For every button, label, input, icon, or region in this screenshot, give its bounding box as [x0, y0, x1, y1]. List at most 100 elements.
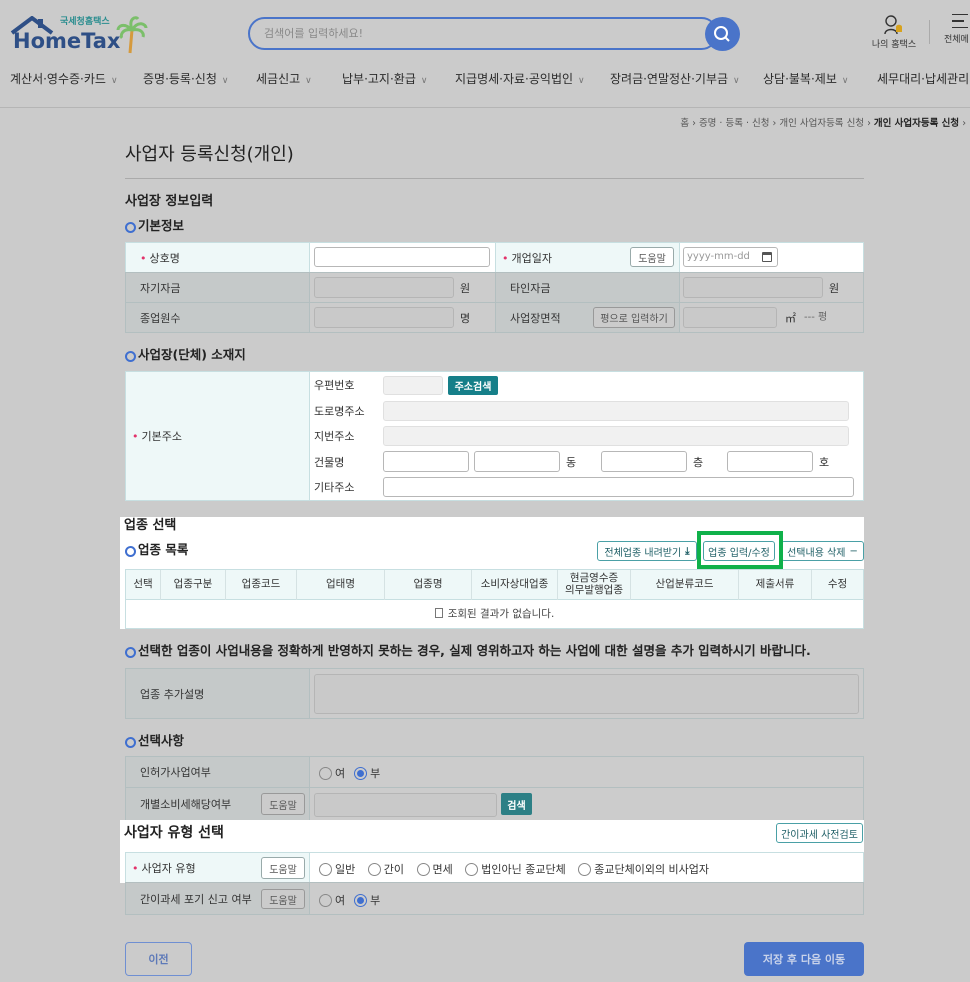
nav-item-tax-return[interactable]: 세금신고 ∨	[256, 73, 312, 86]
biz-type-radio-group: 일반 간이 면세 법인아닌 종교단체 종교단체이외의 비사업자	[319, 861, 718, 879]
open-date-input[interactable]: yyyy-mm-dd	[683, 247, 778, 267]
dong-unit: 동	[566, 456, 577, 469]
biz-type-general-radio[interactable]: 일반	[319, 861, 355, 877]
date-placeholder: yyyy-mm-dd	[687, 251, 750, 262]
ho-input[interactable]	[727, 451, 813, 472]
nav-divider	[0, 107, 970, 108]
chevron-down-icon: ∨	[110, 76, 118, 86]
license-no-radio[interactable]: 부	[354, 765, 380, 781]
col-select: 선택	[126, 570, 161, 600]
excise-help-button[interactable]: 도움말	[261, 793, 305, 815]
industry-note: 선택한 업종이 사업내용을 정확하게 반영하지 못하는 경우, 실제 영위하고자…	[125, 644, 811, 658]
waiver-no-radio[interactable]: 부	[354, 892, 380, 908]
nav-item-invoice[interactable]: 계산서·영수증·카드 ∨	[10, 73, 118, 86]
waiver-yes-radio[interactable]: 여	[319, 892, 345, 908]
logo[interactable]: 국세청홈택스 HomeTax	[10, 16, 150, 54]
biz-type-label: 사업자 유형	[132, 860, 196, 876]
table-header: 선택 업종구분 업종코드 업태명 업종명 소비자상대업종 현금영수증 의무발행업…	[126, 570, 863, 600]
radio-icon	[319, 766, 332, 780]
nav-item-agent[interactable]: 세무대리·납세관리	[877, 73, 969, 85]
excise-label: 개별소비세해당여부	[140, 798, 232, 811]
page-title: 사업자 등록신청(개인)	[125, 144, 294, 165]
employees-input[interactable]	[314, 307, 454, 328]
title-divider	[125, 178, 864, 179]
breadcrumb-home[interactable]: 홈	[680, 118, 689, 129]
chevron-down-icon: ∨	[841, 76, 849, 86]
ho-unit: 호	[819, 456, 830, 469]
extra-desc-textarea[interactable]	[314, 674, 859, 714]
calendar-icon	[762, 252, 772, 262]
building-dong-input[interactable]	[474, 451, 560, 472]
floor-unit: 층	[693, 456, 704, 469]
col-classification: 산업분류코드	[631, 570, 739, 600]
road-address-input[interactable]	[383, 401, 849, 421]
save-next-button[interactable]: 저장 후 다음 이동	[744, 942, 864, 976]
trade-name-input[interactable]	[314, 247, 490, 267]
biz-type-section: 사업자 유형 선택 간이과세 사전검토 사업자 유형 도움말 일반 간이 면세 법…	[120, 820, 864, 883]
nav-item-statement[interactable]: 지급명세·자료·공익법인 ∨	[455, 73, 585, 86]
simplified-tax-precheck-button[interactable]: 간이과세 사전검토	[776, 823, 863, 843]
waiver-label: 간이과세 포기 신고 여부	[140, 892, 252, 906]
extra-desc-label: 업종 추가설명	[140, 687, 205, 701]
biz-type-simplified-radio[interactable]: 간이	[367, 861, 404, 877]
lot-address-input[interactable]	[383, 426, 849, 446]
download-icon: ⤓	[685, 545, 690, 557]
waiver-help-button[interactable]: 도움말	[261, 889, 305, 909]
excise-input[interactable]	[314, 793, 497, 817]
license-yes-radio[interactable]: 여	[319, 765, 345, 781]
excise-search-button[interactable]: 검색	[501, 793, 532, 815]
license-label: 인허가사업여부	[140, 766, 211, 779]
prev-button[interactable]: 이전	[125, 942, 192, 976]
other-capital-cell: 원	[679, 272, 864, 303]
biz-type-nonbusiness-radio[interactable]: 종교단체이외의 비사업자	[578, 861, 709, 877]
pyeong-value: --- 평	[804, 312, 828, 323]
etc-address-input[interactable]	[383, 477, 854, 497]
biz-type-religious-radio[interactable]: 법인아닌 종교단체	[465, 861, 566, 877]
nav-item-consult[interactable]: 상담·불복·제보 ∨	[763, 73, 848, 86]
nav-label: 납부·고지·환급	[342, 72, 416, 86]
my-hometax-button[interactable]: 나의 홈택스	[868, 14, 920, 54]
zip-input[interactable]	[383, 376, 443, 395]
biz-type-help-button[interactable]: 도움말	[261, 857, 305, 879]
pyeong-input-button[interactable]: 평으로 입력하기	[593, 307, 675, 328]
floor-input[interactable]	[601, 451, 687, 472]
nav-item-payment[interactable]: 납부·고지·환급 ∨	[342, 73, 427, 86]
all-menu-button[interactable]: 전체메	[942, 14, 970, 54]
search-input[interactable]: 검색어를 입력하세요!	[248, 17, 718, 50]
radio-icon	[416, 862, 430, 876]
area-label-cell: 사업장면적 평으로 입력하기	[495, 302, 680, 333]
extra-desc-label-cell: 업종 추가설명	[125, 668, 310, 719]
nav-item-certificate[interactable]: 증명·등록·신청 ∨	[143, 73, 228, 86]
building-name-input[interactable]	[383, 451, 469, 472]
user-bell-icon	[884, 15, 902, 35]
address-search-button[interactable]: 주소검색	[448, 376, 498, 395]
waiver-label-cell: 간이과세 포기 신고 여부 도움말	[125, 882, 310, 915]
hamburger-icon	[952, 14, 968, 28]
download-all-industries-button[interactable]: 전체업종 내려받기 ⤓	[597, 541, 697, 561]
building-label: 건물명	[314, 456, 345, 469]
other-capital-input[interactable]	[683, 277, 823, 298]
lot-address-label: 지번주소	[314, 430, 355, 443]
open-date-cell: yyyy-mm-dd	[679, 242, 864, 273]
biz-type-exempt-radio[interactable]: 면세	[416, 861, 453, 877]
radio-label: 면세	[432, 863, 453, 876]
chevron-down-icon: ∨	[578, 76, 585, 86]
minus-icon: −	[849, 545, 858, 557]
chevron-down-icon: ∨	[733, 76, 740, 86]
other-capital-label-cell: 타인자금	[495, 272, 680, 303]
own-capital-input[interactable]	[314, 277, 454, 298]
address-label: 기본주소	[132, 428, 182, 444]
nav-item-incentive[interactable]: 장려금·연말정산·기부금 ∨	[610, 73, 740, 86]
biz-type-cell: 일반 간이 면세 법인아닌 종교단체 종교단체이외의 비사업자	[309, 852, 864, 883]
area-input[interactable]	[683, 307, 777, 328]
delete-selected-button[interactable]: 선택내용 삭제 −	[781, 541, 864, 561]
search-button[interactable]	[705, 17, 740, 51]
search-icon	[714, 26, 730, 42]
open-date-label: 개업일자	[502, 250, 552, 266]
breadcrumb-item[interactable]: 증명 · 등록 · 신청	[699, 118, 770, 129]
own-capital-cell: 원	[309, 272, 496, 303]
open-date-help-button[interactable]: 도움말	[630, 247, 674, 267]
options-title: 선택사항	[125, 734, 184, 748]
delete-label: 선택내용 삭제	[787, 547, 846, 559]
breadcrumb-item[interactable]: 개인 사업자등록 신청	[779, 118, 864, 129]
